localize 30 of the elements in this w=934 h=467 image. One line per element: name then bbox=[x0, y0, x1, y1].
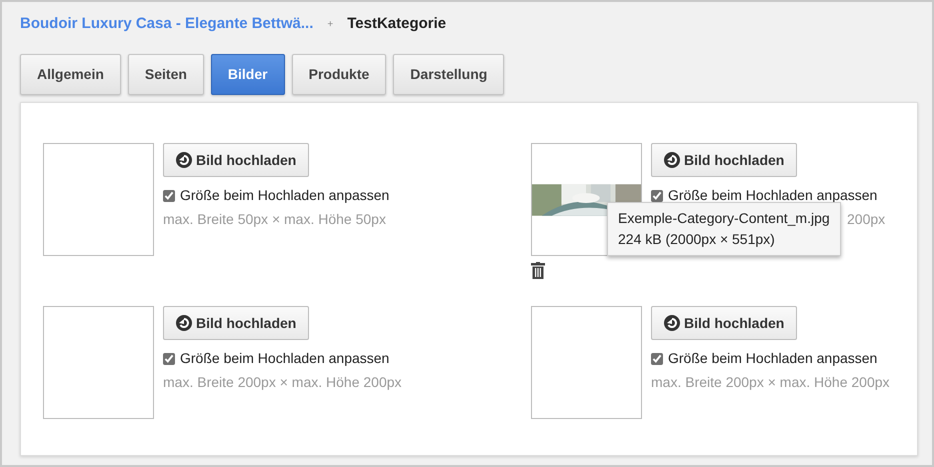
upload-icon bbox=[176, 152, 192, 168]
tab[interactable]: Allgemein bbox=[20, 54, 121, 95]
upload-button[interactable]: Bild hochladen bbox=[651, 306, 798, 340]
tab[interactable]: Seiten bbox=[128, 54, 204, 95]
tab[interactable]: Produkte bbox=[292, 54, 386, 95]
tab[interactable]: Bilder bbox=[210, 54, 285, 95]
size-hint: 200px bbox=[847, 210, 886, 229]
resize-label: Größe beim Hochladen anpassen bbox=[668, 186, 878, 205]
size-hint: max. Breite 200px × max. Höhe 200px bbox=[651, 373, 890, 392]
size-hint: max. Breite 200px × max. Höhe 200px bbox=[163, 373, 402, 392]
trash-icon[interactable] bbox=[531, 262, 545, 279]
breadcrumb-separator: + bbox=[327, 18, 334, 32]
upload-button[interactable]: Bild hochladen bbox=[651, 143, 798, 177]
resize-checkbox[interactable] bbox=[163, 190, 175, 202]
resize-checkbox[interactable] bbox=[163, 352, 175, 364]
tab[interactable]: Darstellung bbox=[393, 54, 504, 95]
breadcrumb-current: TestKategorie bbox=[347, 14, 446, 34]
upload-icon bbox=[664, 315, 680, 331]
upload-button[interactable]: Bild hochladen bbox=[163, 143, 310, 177]
resize-label: Größe beim Hochladen anpassen bbox=[180, 186, 390, 205]
upload-icon bbox=[664, 152, 680, 168]
size-hint: max. Breite 50px × max. Höhe 50px bbox=[163, 210, 387, 229]
resize-checkbox[interactable] bbox=[651, 352, 663, 364]
tooltip-file-info: 224 kB (2000px × 551px) bbox=[618, 230, 776, 249]
resize-label: Größe beim Hochladen anpassen bbox=[668, 349, 878, 368]
tooltip-filename: Exemple-Category-Content_m.jpg bbox=[618, 209, 830, 228]
upload-icon bbox=[176, 315, 192, 331]
resize-label: Größe beim Hochladen anpassen bbox=[180, 349, 390, 368]
resize-checkbox[interactable] bbox=[651, 190, 663, 202]
upload-button[interactable]: Bild hochladen bbox=[163, 306, 310, 340]
